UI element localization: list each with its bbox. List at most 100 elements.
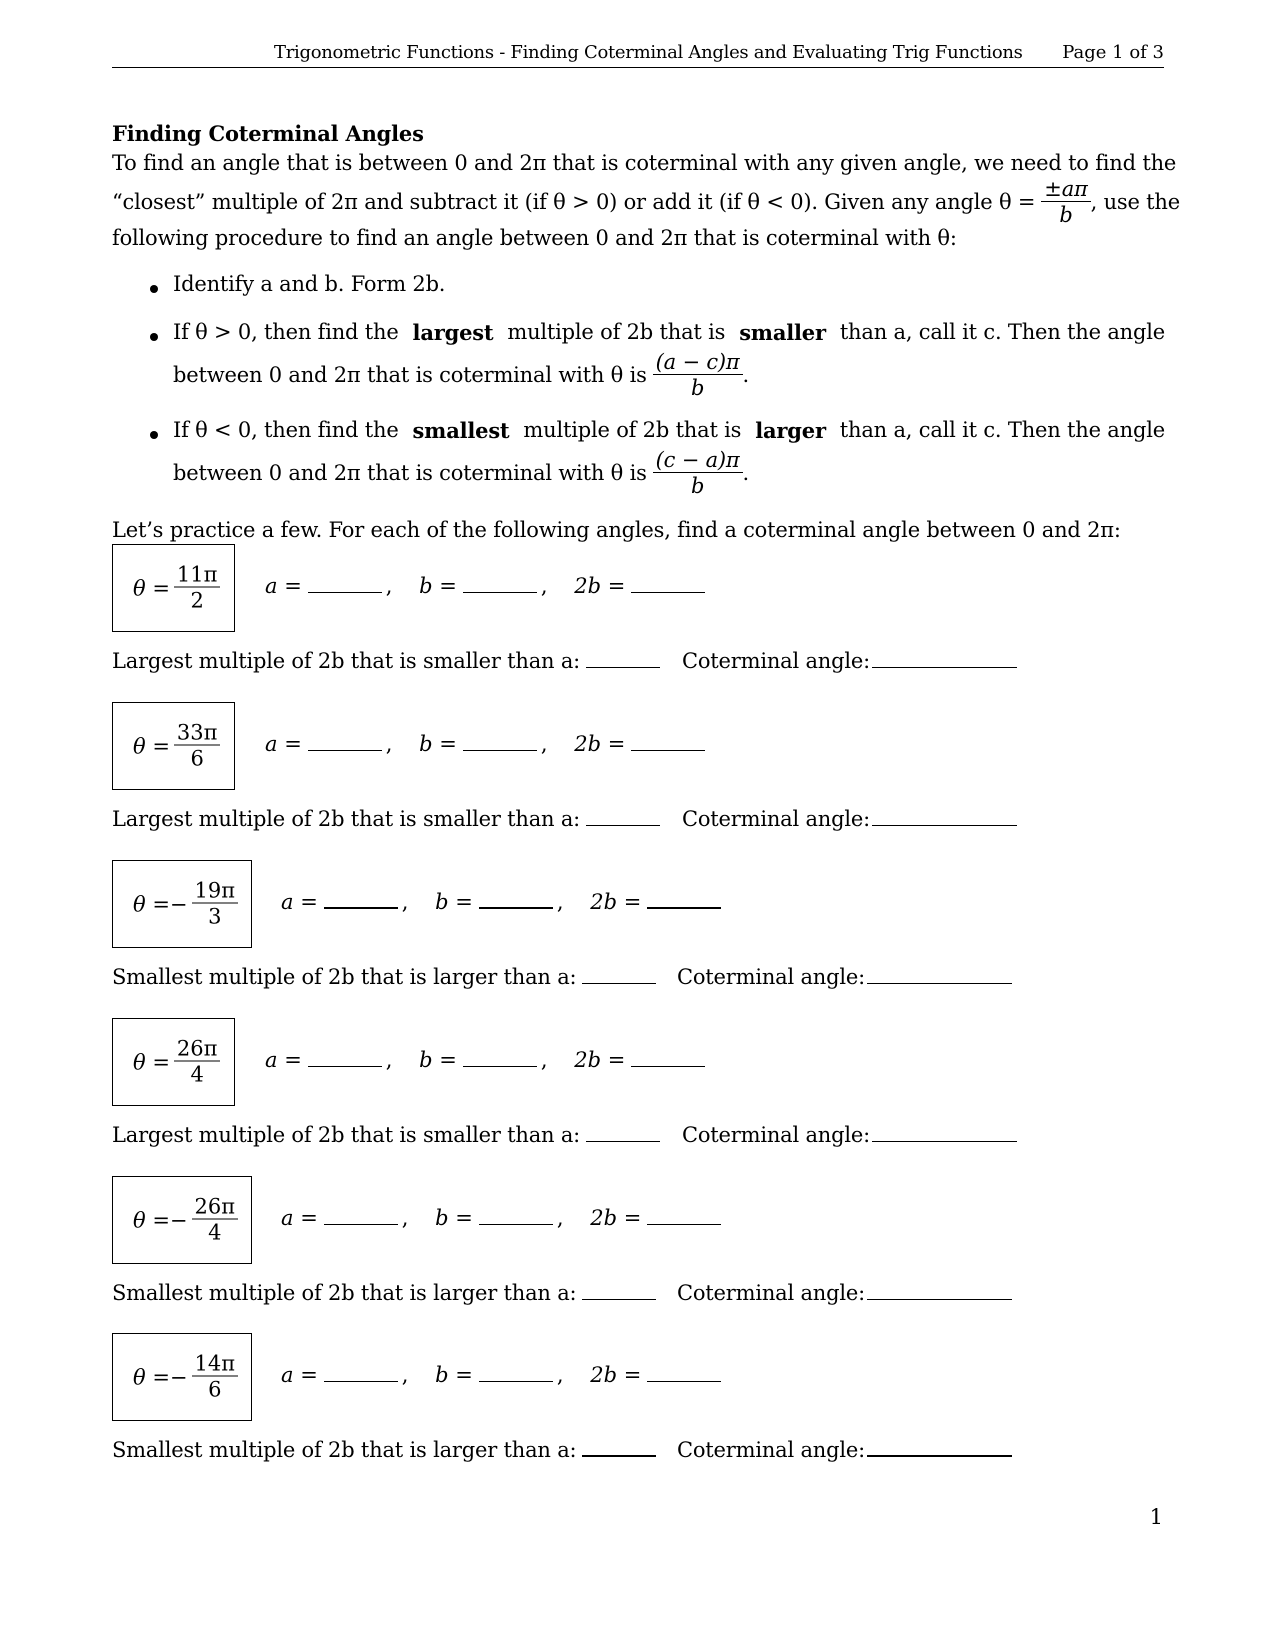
a-input[interactable] — [323, 907, 398, 909]
fraction-numerator: 11π — [176, 562, 218, 587]
coterminal-label: Coterminal angle: — [677, 1281, 865, 1305]
section-heading: Finding Coterminal Angles — [112, 121, 424, 146]
bullet-2-line-2-text: between 0 and 2π that is coterminal with… — [173, 363, 647, 387]
multiple-prompt-row: Smallest multiple of 2b that is larger t… — [112, 1281, 660, 1305]
theta-equals: θ = — [133, 576, 170, 600]
fraction-denominator: 4 — [173, 1060, 221, 1088]
a-label: a = — [281, 890, 318, 914]
a-label: a = — [265, 1048, 302, 1072]
header-page-number: Page 1 of 3 — [1062, 42, 1164, 63]
bullet-3-bold-larger: larger — [755, 418, 826, 443]
intro-line-3: following procedure to find an angle bet… — [112, 226, 957, 250]
bullet-2-mid: multiple of 2b that is — [507, 320, 726, 344]
theta-equals: θ = — [133, 1365, 170, 1389]
multiple-prompt: Smallest multiple of 2b that is larger t… — [112, 965, 577, 989]
angle-box: θ = 26π 4 — [112, 1018, 235, 1106]
coterminal-label: Coterminal angle: — [682, 649, 870, 673]
bullet-3-bold-smallest: smallest — [412, 418, 510, 443]
2b-input[interactable] — [647, 1380, 722, 1382]
coterminal-input[interactable] — [872, 824, 1017, 826]
b-input[interactable] — [462, 1065, 537, 1067]
coterminal-input[interactable] — [872, 1140, 1017, 1142]
bullet-3-line-2-text: between 0 and 2π that is coterminal with… — [173, 461, 647, 485]
theta-equals: θ = — [133, 734, 170, 758]
variable-blanks: a =, b =, 2b = — [265, 1048, 729, 1072]
angle-box: θ = − 14π 6 — [112, 1333, 252, 1421]
bullet-1-text: Identify a and b. Form 2b. — [173, 272, 446, 296]
angle-fraction: 33π 6 — [173, 720, 221, 772]
multiple-input[interactable] — [582, 1298, 657, 1300]
fraction-numerator: 26π — [194, 1194, 236, 1219]
coterminal-formula-positive: (a − c)π b — [652, 349, 743, 401]
coterminal-row: Coterminal angle: — [677, 1438, 1016, 1462]
multiple-prompt: Smallest multiple of 2b that is larger t… — [112, 1281, 577, 1305]
multiple-prompt: Smallest multiple of 2b that is larger t… — [112, 1438, 577, 1462]
coterminal-input[interactable] — [867, 1298, 1012, 1300]
b-input[interactable] — [462, 749, 537, 751]
b-input[interactable] — [462, 591, 537, 593]
multiple-prompt: Largest multiple of 2b that is smaller t… — [112, 807, 581, 831]
b-label: b = — [435, 890, 473, 914]
variable-blanks: a =, b =, 2b = — [281, 890, 745, 914]
multiple-prompt: Largest multiple of 2b that is smaller t… — [112, 1123, 581, 1147]
intro-line-2: “closest” multiple of 2π and subtract it… — [112, 172, 1180, 232]
multiple-input[interactable] — [586, 666, 661, 668]
fraction-denominator: 6 — [191, 1375, 239, 1403]
2b-label: 2b = — [574, 1048, 626, 1072]
intro-line-2-end: , use the — [1090, 190, 1181, 214]
2b-input[interactable] — [631, 749, 706, 751]
2b-label: 2b = — [590, 890, 642, 914]
fraction-numerator: (a − c)π — [655, 349, 740, 374]
theta-equals: θ = — [133, 1050, 170, 1074]
theta-general-fraction: ±aπ b — [1041, 177, 1091, 228]
coterminal-row: Coterminal angle: — [682, 807, 1021, 831]
2b-input[interactable] — [647, 907, 722, 909]
coterminal-input[interactable] — [867, 1455, 1012, 1457]
a-input[interactable] — [323, 1380, 398, 1382]
angle-expression: θ = 26π 4 — [133, 1037, 221, 1088]
multiple-input[interactable] — [586, 824, 661, 826]
b-input[interactable] — [478, 1223, 553, 1225]
comma: , — [556, 1206, 564, 1230]
bullet-2-end: . — [742, 363, 750, 387]
multiple-prompt-row: Largest multiple of 2b that is smaller t… — [112, 1123, 664, 1147]
2b-label: 2b = — [574, 732, 626, 756]
a-input[interactable] — [307, 591, 382, 593]
coterminal-row: Coterminal angle: — [682, 649, 1021, 673]
2b-input[interactable] — [647, 1223, 722, 1225]
fraction-denominator: b — [1041, 200, 1091, 228]
a-input[interactable] — [307, 1065, 382, 1067]
multiple-input[interactable] — [586, 1140, 661, 1142]
comma: , — [540, 732, 548, 756]
a-label: a = — [281, 1206, 318, 1230]
negative-sign: − — [169, 892, 188, 916]
comma: , — [385, 1048, 393, 1072]
coterminal-label: Coterminal angle: — [677, 1438, 865, 1462]
a-input[interactable] — [323, 1223, 398, 1225]
b-input[interactable] — [478, 1380, 553, 1382]
coterminal-input[interactable] — [872, 666, 1017, 668]
theta-equals: θ = — [133, 892, 170, 916]
a-input[interactable] — [307, 749, 382, 751]
fraction-numerator: 33π — [176, 720, 218, 745]
b-label: b = — [419, 732, 457, 756]
multiple-input[interactable] — [582, 1455, 657, 1457]
fraction-denominator: b — [652, 471, 743, 499]
2b-input[interactable] — [631, 591, 706, 593]
angle-expression: θ = 33π 6 — [133, 720, 221, 772]
worksheet-page: Trigonometric Functions - Finding Coterm… — [0, 0, 1275, 1650]
fraction-denominator: 2 — [173, 586, 221, 614]
variable-blanks: a =, b =, 2b = — [281, 1206, 745, 1230]
bullet-3-pre: If θ < 0, then find the — [173, 418, 399, 442]
b-label: b = — [435, 1363, 473, 1387]
angle-box: θ = − 19π 3 — [112, 860, 252, 948]
bullet-3-line-1: If θ < 0, then find the smallest multipl… — [173, 418, 1165, 443]
b-label: b = — [419, 574, 457, 598]
b-input[interactable] — [478, 907, 553, 909]
coterminal-input[interactable] — [867, 982, 1012, 984]
bullet-dot — [150, 333, 158, 341]
multiple-input[interactable] — [582, 982, 657, 984]
2b-input[interactable] — [631, 1065, 706, 1067]
bullet-2-pre: If θ > 0, then find the — [173, 320, 399, 344]
angle-box: θ = 33π 6 — [112, 702, 235, 790]
